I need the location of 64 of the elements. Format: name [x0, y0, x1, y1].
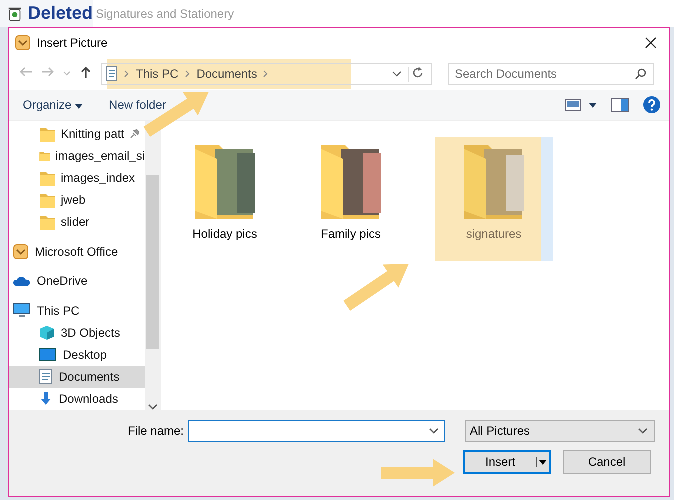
scrollbar[interactable]	[145, 121, 160, 410]
sidebar-item[interactable]: jweb	[9, 189, 145, 212]
folder-icon	[39, 191, 55, 210]
dialog-button[interactable]: Cancel	[563, 450, 651, 474]
sidebar-item[interactable]: Knitting patt	[9, 123, 145, 146]
sidebar-item[interactable]: slider	[9, 211, 145, 234]
view-button[interactable]	[565, 99, 597, 111]
sidebar-item[interactable]: This PC	[9, 300, 145, 322]
dropdown-chevron-icon	[392, 71, 402, 77]
chevron-icon	[124, 70, 130, 78]
folder-icon	[39, 213, 55, 232]
new-folder-button[interactable]: New folder	[107, 96, 168, 114]
desktop-icon	[39, 348, 57, 362]
sidebar-item[interactable]: 3D Objects	[9, 322, 145, 344]
download-icon	[39, 390, 53, 407]
folder-tile[interactable]: Family pics	[297, 137, 405, 245]
window-title: Signatures and Stationery	[96, 6, 234, 20]
sidebar-item[interactable]: images_index	[9, 167, 145, 190]
sidebar-item[interactable]: Desktop	[9, 344, 145, 366]
chevron-icon	[263, 70, 270, 78]
organize-button[interactable]: Organize	[21, 96, 86, 114]
up-icon	[79, 66, 93, 78]
file-name-field[interactable]	[188, 420, 445, 442]
caret-icon	[75, 104, 84, 109]
folder-tile[interactable]: Holiday pics	[171, 137, 279, 245]
app-icon	[15, 35, 31, 51]
sidebar-item[interactable]: Microsoft Office	[9, 240, 145, 263]
dialog-title: Insert Picture	[37, 36, 109, 50]
breadcrumb-item[interactable]: Documents	[196, 67, 258, 81]
search-icon	[635, 68, 647, 80]
file-type-dropdown[interactable]: All Pictures	[465, 420, 655, 442]
caret-icon	[63, 71, 71, 77]
folder-tile[interactable]: signatures	[435, 137, 553, 261]
sidebar-item[interactable]: images_email_si	[9, 145, 145, 168]
document-icon	[39, 368, 53, 385]
preview-pane-icon[interactable]	[611, 98, 629, 112]
help-icon[interactable]	[643, 96, 661, 114]
chevron-down-icon	[148, 404, 158, 410]
address-bar[interactable]: This PC Documents	[101, 63, 432, 85]
sidebar-item[interactable]: Downloads	[9, 388, 145, 410]
close-icon	[645, 37, 657, 49]
picture-icon	[565, 99, 581, 111]
cube-icon	[39, 324, 55, 341]
sidebar-item[interactable]: Documents	[9, 366, 145, 388]
folder-icon	[39, 169, 55, 188]
breadcrumb-item[interactable]: This PC	[136, 67, 179, 81]
chevron-down-icon	[638, 428, 648, 434]
cloud-icon	[13, 275, 31, 288]
folder-icon	[39, 125, 55, 144]
document-icon	[106, 66, 118, 82]
chevron-down-icon	[429, 428, 439, 434]
dialog-button[interactable]: Insert	[463, 450, 551, 474]
field-label: File name:	[126, 424, 184, 438]
caret-icon	[539, 460, 547, 465]
monitor-icon	[13, 302, 31, 319]
annotation-arrow	[344, 264, 409, 311]
back-icon	[19, 66, 33, 78]
caret-icon	[589, 102, 597, 108]
search-field[interactable]: Search Documents	[448, 63, 654, 85]
forward-icon	[41, 66, 55, 78]
folder-heading: Deleted	[28, 3, 93, 24]
sidebar-item[interactable]: OneDrive	[9, 270, 145, 292]
refresh-icon	[412, 66, 424, 78]
chevron-icon	[184, 70, 191, 78]
